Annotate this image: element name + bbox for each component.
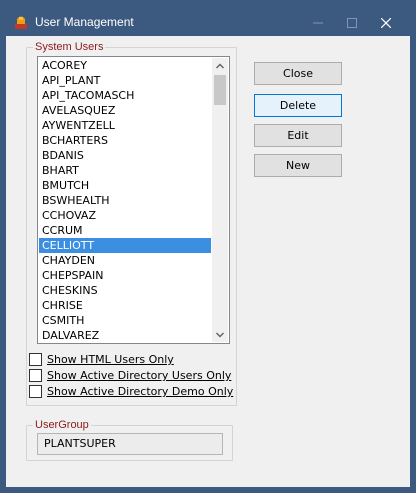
close-button[interactable]: Close xyxy=(254,62,342,85)
ad-demo-only-checkbox[interactable]: Show Active Directory Demo Only xyxy=(29,384,233,399)
scrollbar-thumb[interactable] xyxy=(214,75,226,105)
chevron-up-icon xyxy=(216,63,224,68)
list-item[interactable]: BCHARTERS xyxy=(39,133,211,148)
system-users-legend: System Users xyxy=(33,40,106,54)
window-title: User Management xyxy=(35,15,134,29)
system-users-listbox[interactable]: ACOREY API_PLANT API_TACOMASCH AVELASQUEZ AY… xyxy=(37,56,230,344)
list-item[interactable]: AVELASQUEZ xyxy=(39,103,211,118)
list-item[interactable]: BDANIS xyxy=(39,148,211,163)
checkbox-box[interactable] xyxy=(29,353,42,366)
checkbox-box[interactable] xyxy=(29,369,42,382)
user-management-window: User Management System Users ACOREY API_P… xyxy=(0,0,416,493)
close-icon xyxy=(381,18,391,28)
list-item[interactable]: BHART xyxy=(39,163,211,178)
list-item[interactable]: BMUTCH xyxy=(39,178,211,193)
scroll-up-button[interactable] xyxy=(212,58,228,73)
list-item[interactable]: DALVAREZ xyxy=(39,328,211,342)
listbox-scrollbar[interactable] xyxy=(212,58,228,342)
usergroup-legend: UserGroup xyxy=(33,418,91,432)
dialog-client-area: System Users ACOREY API_PLANT API_TACOMASC… xyxy=(6,36,410,487)
list-item[interactable]: API_TACOMASCH xyxy=(39,88,211,103)
usergroup-field[interactable]: PLANTSUPER xyxy=(37,433,223,455)
list-item[interactable]: CHRISE xyxy=(39,298,211,313)
list-item[interactable]: BSWHEALTH xyxy=(39,193,211,208)
ad-users-only-checkbox[interactable]: Show Active Directory Users Only xyxy=(29,368,231,383)
list-item[interactable]: ACOREY xyxy=(39,58,211,73)
list-item[interactable]: CCHOVAZ xyxy=(39,208,211,223)
checkbox-label: Show Active Directory Users Only xyxy=(47,369,232,382)
new-button[interactable]: New xyxy=(254,154,342,177)
list-item[interactable]: CELLIOTT xyxy=(39,238,211,253)
list-item[interactable]: API_PLANT xyxy=(39,73,211,88)
checkbox-label: Show HTML Users Only xyxy=(47,353,174,366)
html-users-only-checkbox[interactable]: Show HTML Users Only xyxy=(29,352,174,367)
app-icon xyxy=(15,16,27,29)
delete-button[interactable]: Delete xyxy=(254,94,342,117)
chevron-down-icon xyxy=(216,332,224,337)
list-item[interactable]: AYWENTZELL xyxy=(39,118,211,133)
list-item[interactable]: CHESKINS xyxy=(39,283,211,298)
list-item[interactable]: CSMITH xyxy=(39,313,211,328)
list-item[interactable]: CHAYDEN xyxy=(39,253,211,268)
list-item[interactable]: CCRUM xyxy=(39,223,211,238)
minimize-icon xyxy=(313,22,323,24)
title-bar[interactable]: User Management xyxy=(0,0,416,40)
user-list-items: ACOREY API_PLANT API_TACOMASCH AVELASQUEZ AY… xyxy=(39,58,211,342)
scroll-down-button[interactable] xyxy=(212,327,228,342)
maximize-icon xyxy=(347,18,357,28)
checkbox-label: Show Active Directory Demo Only xyxy=(47,385,234,398)
checkbox-box[interactable] xyxy=(29,385,42,398)
edit-button[interactable]: Edit xyxy=(254,124,342,147)
list-item[interactable]: CHEPSPAIN xyxy=(39,268,211,283)
close-window-button[interactable] xyxy=(366,8,406,38)
